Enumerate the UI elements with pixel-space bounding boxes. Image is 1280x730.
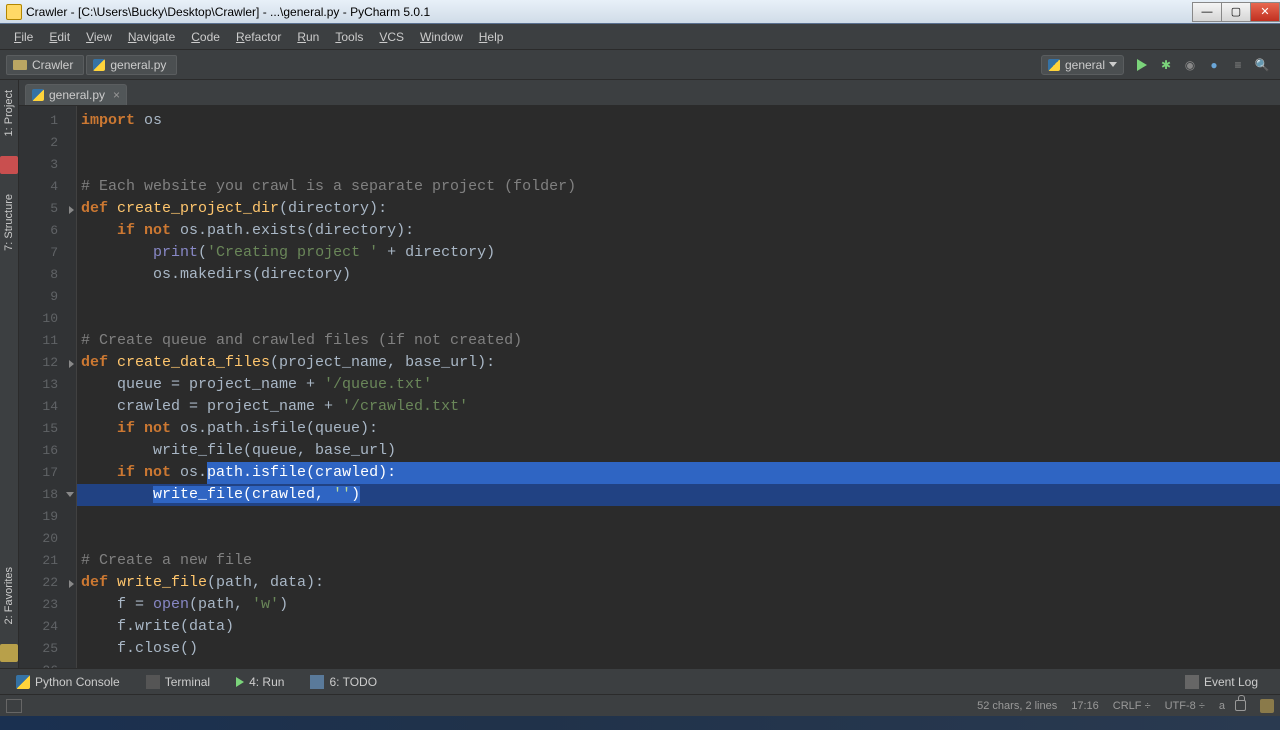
menu-tools[interactable]: Tools (327, 26, 371, 48)
editor-area: general.py × 123456789101112131415161718… (19, 80, 1280, 668)
close-button[interactable]: ✕ (1250, 2, 1280, 22)
tab-label: 4: Run (249, 675, 284, 689)
tab-label: general.py (49, 88, 105, 102)
python-icon (16, 675, 30, 689)
settings-button[interactable]: ≡ (1228, 55, 1248, 75)
tab-label: 6: TODO (329, 675, 377, 689)
python-file-icon (93, 59, 105, 71)
tab-label: Python Console (35, 675, 120, 689)
readonly-lock-icon[interactable] (1235, 700, 1246, 711)
navigation-bar: Crawler general.py general ✱ ◉ ● ≡ 🔍 (0, 50, 1280, 80)
status-line-separator[interactable]: CRLF ÷ (1113, 700, 1151, 712)
window-titlebar: Crawler - [C:\Users\Bucky\Desktop\Crawle… (0, 0, 1280, 24)
structure-tool-tab[interactable]: 7: Structure (1, 188, 17, 257)
menu-vcs[interactable]: VCS (371, 26, 412, 48)
menu-refactor[interactable]: Refactor (228, 26, 289, 48)
menu-edit[interactable]: Edit (41, 26, 78, 48)
editor-tab-general[interactable]: general.py × (25, 84, 127, 105)
breadcrumb-file[interactable]: general.py (86, 55, 177, 75)
python-file-icon (32, 89, 44, 101)
python-console-tab[interactable]: Python Console (6, 673, 130, 691)
code-editor[interactable]: 1234567891011121314151617181920212223242… (19, 106, 1280, 668)
line-number-gutter: 1234567891011121314151617181920212223242… (19, 106, 77, 668)
main-area: 1: Project 7: Structure 2: Favorites gen… (0, 80, 1280, 668)
status-caret-position[interactable]: 17:16 (1071, 700, 1099, 712)
search-everywhere-button[interactable]: 🔍 (1252, 55, 1272, 75)
run-tab[interactable]: 4: Run (226, 673, 294, 691)
minimize-button[interactable]: — (1192, 2, 1222, 22)
status-bar: 52 chars, 2 lines 17:16 CRLF ÷ UTF-8 ÷ a (0, 694, 1280, 716)
tab-label: Terminal (165, 675, 210, 689)
menu-code[interactable]: Code (183, 26, 228, 48)
breadcrumb-project[interactable]: Crawler (6, 55, 84, 75)
toolwindows-toggle[interactable] (6, 699, 22, 713)
status-insert-mode[interactable]: a (1219, 700, 1225, 712)
window-title: Crawler - [C:\Users\Bucky\Desktop\Crawle… (26, 5, 1193, 19)
breadcrumb-label: general.py (110, 58, 166, 72)
chevron-down-icon (1109, 62, 1117, 67)
maximize-button[interactable]: ▢ (1221, 2, 1251, 22)
python-icon (1048, 59, 1060, 71)
folder-icon (13, 60, 27, 70)
todo-tab[interactable]: 6: TODO (300, 673, 387, 691)
run-config-label: general (1065, 58, 1105, 72)
coverage-button[interactable]: ◉ (1180, 55, 1200, 75)
hector-icon[interactable] (1260, 699, 1274, 713)
bottom-toolwindow-bar: Python Console Terminal 4: Run 6: TODO E… (0, 668, 1280, 694)
editor-tabs: general.py × (19, 80, 1280, 106)
code-content[interactable]: import os # Each website you crawl is a … (77, 106, 1280, 668)
terminal-tab[interactable]: Terminal (136, 673, 220, 691)
status-selection: 52 chars, 2 lines (977, 700, 1057, 712)
play-icon (236, 677, 244, 687)
event-log-icon (1185, 675, 1199, 689)
menu-bar: File Edit View Navigate Code Refactor Ru… (0, 24, 1280, 50)
menu-window[interactable]: Window (412, 26, 471, 48)
left-toolwindow-bar: 1: Project 7: Structure 2: Favorites (0, 80, 19, 668)
favorites-icon (0, 644, 18, 662)
play-icon (1137, 59, 1147, 71)
debug-button[interactable]: ✱ (1156, 55, 1176, 75)
menu-file[interactable]: File (6, 26, 41, 48)
menu-run[interactable]: Run (289, 26, 327, 48)
menu-help[interactable]: Help (471, 26, 512, 48)
menu-view[interactable]: View (78, 26, 120, 48)
video-border-artifact (0, 716, 1280, 730)
run-button[interactable] (1132, 55, 1152, 75)
todo-icon (310, 675, 324, 689)
close-tab-icon[interactable]: × (113, 88, 120, 102)
terminal-icon (146, 675, 160, 689)
event-log-tab[interactable]: Event Log (1175, 673, 1268, 691)
tab-label: Event Log (1204, 675, 1258, 689)
toolwindow-icon[interactable] (0, 156, 18, 174)
app-icon (6, 4, 22, 20)
run-config-selector[interactable]: general (1041, 55, 1124, 75)
breadcrumb-label: Crawler (32, 58, 73, 72)
favorites-tool-tab[interactable]: 2: Favorites (1, 561, 17, 630)
update-button[interactable]: ● (1204, 55, 1224, 75)
status-encoding[interactable]: UTF-8 ÷ (1165, 700, 1205, 712)
menu-navigate[interactable]: Navigate (120, 26, 183, 48)
project-tool-tab[interactable]: 1: Project (1, 84, 17, 142)
